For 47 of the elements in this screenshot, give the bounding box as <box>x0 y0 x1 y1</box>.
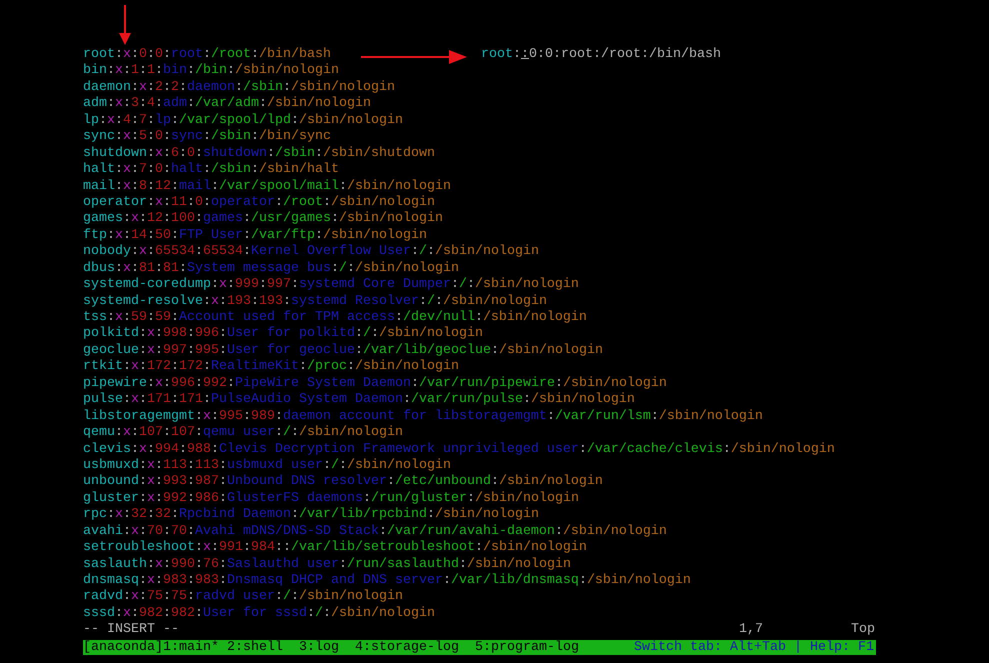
passwd-entry: qemu:x:107:107:qemu user:/:/sbin/nologin <box>83 425 403 442</box>
passwd-entry: usbmuxd:x:113:113:usbmuxd user:/:/sbin/nologin <box>83 458 451 474</box>
passwd-entry: saslauth:x:990:76:Saslauthd user:/run/saslauthd:/sbin/nologin <box>83 556 571 573</box>
annotation-arrow-icon <box>119 5 131 45</box>
passwd-entry: rtkit:x:172:172:RealtimeKit:/proc:/sbin/nologin <box>83 359 459 376</box>
passwd-entry: games:x:12:100:games:/usr/games:/sbin/nologin <box>83 211 443 228</box>
passwd-entry: root:x:0:0:root:/root:/bin/bash <box>83 47 331 63</box>
passwd-entry: unbound:x:993:987:Unbound DNS resolver:/etc/unbound:/sbin/nologin <box>83 474 603 491</box>
passwd-entry: lp:x:4:7:lp:/var/spool/lpd:/sbin/nologin <box>83 112 403 129</box>
passwd-entry: clevis:x:994:988:Clevis Decryption Framework unprivileged user:/var/cache/clevis:/sbin/nologin <box>83 442 835 458</box>
passwd-entry: systemd-resolve:x:193:193:systemd Resolver:/:/sbin/nologin <box>83 294 547 310</box>
tmux-window-tab[interactable]: 5:program-log <box>474 640 579 655</box>
insert-mode-indicator: -- INSERT -- <box>83 622 180 639</box>
passwd-entry: daemon:x:2:2:daemon:/sbin:/sbin/nologin <box>83 80 395 96</box>
tmux-window-tab[interactable]: [anaconda]1:main* <box>83 640 219 655</box>
tmux-window-tab[interactable]: 4:storage-log <box>354 640 459 655</box>
passwd-entry: sssd:x:982:982:User for sssd:/:/sbin/nologin <box>83 606 435 622</box>
passwd-entry: rpc:x:32:32:Rpcbind Daemon:/var/lib/rpcbind:/sbin/nologin <box>83 507 539 524</box>
tmux-help-hint: Switch tab: Alt+Tab | Help: F1 <box>634 640 874 655</box>
passwd-entry: ftp:x:14:50:FTP User:/var/ftp:/sbin/nologin <box>83 228 427 244</box>
passwd-entry: bin:x:1:1:bin:/bin:/sbin/nologin <box>83 63 339 80</box>
passwd-entry: radvd:x:75:75:radvd user:/:/sbin/nologin <box>83 589 403 606</box>
passwd-entry: polkitd:x:998:996:User for polkitd:/:/sbin/nologin <box>83 326 483 343</box>
passwd-entry: avahi:x:70:70:Avahi mDNS/DNS-SD Stack:/var/run/avahi-daemon:/sbin/nologin <box>83 524 667 540</box>
passwd-entry: dnsmasq:x:983:983:Dnsmasq DHCP and DNS server:/var/lib/dnsmasq:/sbin/nologin <box>83 573 691 589</box>
passwd-entry: nobody:x:65534:65534:Kernel Overflow User:/:/sbin/nologin <box>83 244 539 261</box>
passwd-entry: dbus:x:81:81:System message bus:/:/sbin/nologin <box>83 260 459 277</box>
passwd-entry: pulse:x:171:171:PulseAudio System Daemon:/var/run/pulse:/sbin/nologin <box>83 392 635 409</box>
passwd-entry: geoclue:x:997:995:User for geoclue:/var/lib/geoclue:/sbin/nologin <box>83 342 603 359</box>
passwd-entry: halt:x:7:0:halt:/sbin:/sbin/halt <box>83 162 339 178</box>
tmux-window-tab[interactable]: 2:shell <box>226 640 283 655</box>
passwd-entry: mail:x:8:12:mail:/var/spool/mail:/sbin/nologin <box>83 178 451 195</box>
scroll-position: Top <box>851 622 875 639</box>
passwd-entry: adm:x:3:4:adm:/var/adm:/sbin/nologin <box>83 96 371 113</box>
passwd-entry: operator:x:11:0:operator:/root:/sbin/nologin <box>83 194 435 211</box>
edited-passwd-entry: root::0:0:root:/root:/bin/bash <box>481 47 721 64</box>
passwd-entry: sync:x:5:0:sync:/sbin:/bin/sync <box>83 129 331 146</box>
tmux-window-tab[interactable]: 3:log <box>298 640 339 655</box>
passwd-entry: tss:x:59:59:Account used for TPM access:/dev/null:/sbin/nologin <box>83 310 587 326</box>
cursor-position: 1,7 <box>739 622 764 639</box>
passwd-entry: gluster:x:992:986:GlusterFS daemons:/run/gluster:/sbin/nologin <box>83 490 579 507</box>
passwd-entry: setroubleshoot:x:991:984::/var/lib/setroubleshoot:/sbin/nologin <box>83 540 587 557</box>
annotation-arrow-icon <box>361 50 467 64</box>
passwd-entry: pipewire:x:996:992:PipeWire System Daemon:/var/run/pipewire:/sbin/nologin <box>83 376 667 392</box>
passwd-entry: libstoragemgmt:x:995:989:daemon account for libstoragemgmt:/var/run/lsm:/sbin/nologin <box>83 408 763 425</box>
passwd-entry: systemd-coredump:x:999:997:systemd Core Dumper:/:/sbin/nologin <box>83 277 579 294</box>
passwd-entry: shutdown:x:6:0:shutdown:/sbin:/sbin/shutdown <box>83 146 435 162</box>
